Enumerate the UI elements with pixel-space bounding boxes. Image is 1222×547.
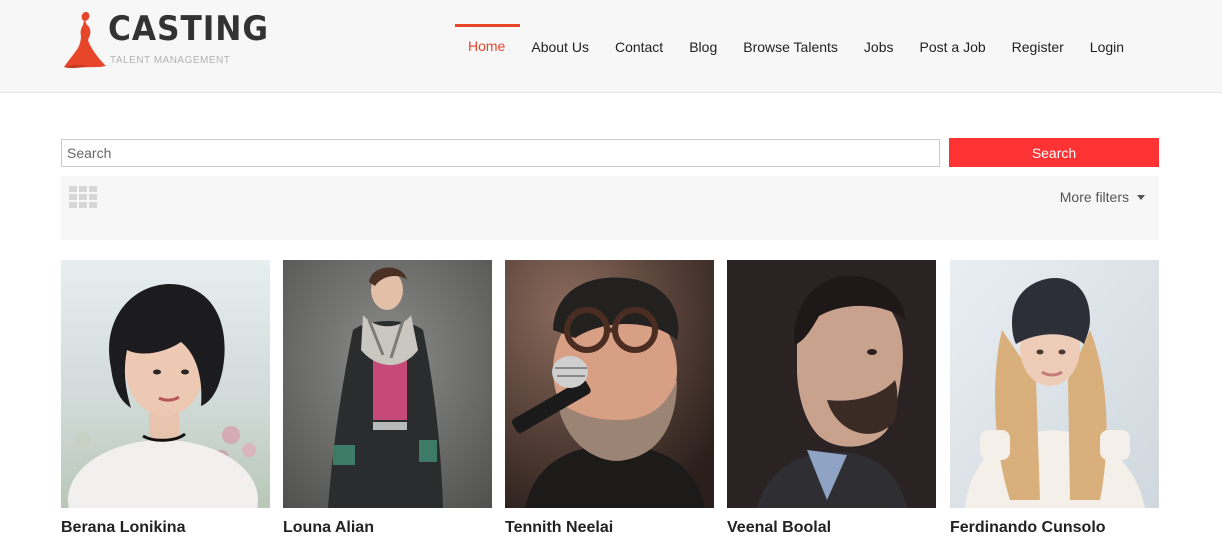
- nav-about-us[interactable]: About Us: [518, 0, 602, 93]
- nav-home[interactable]: Home: [455, 0, 521, 93]
- nav-home-label: Home: [468, 37, 506, 54]
- talent-card[interactable]: Berana Lonikina: [61, 260, 270, 537]
- nav-post-a-job-label: Post a Job: [919, 38, 986, 55]
- talent-photo[interactable]: [950, 260, 1159, 508]
- search-bar: Search: [61, 138, 1159, 167]
- nav-register[interactable]: Register: [999, 0, 1077, 93]
- talent-photo[interactable]: [61, 260, 270, 508]
- nav-browse-talents[interactable]: Browse Talents: [730, 0, 851, 93]
- talent-name[interactable]: Ferdinando Cunsolo: [950, 519, 1159, 537]
- talent-card[interactable]: Louna Alian: [283, 260, 492, 537]
- talent-card[interactable]: Tennith Neelai: [505, 260, 714, 537]
- caret-down-icon: [1137, 194, 1145, 200]
- nav-login-label: Login: [1089, 38, 1125, 55]
- talent-name[interactable]: Louna Alian: [283, 519, 492, 537]
- logo-tagline: TALENT MANAGEMENT: [110, 55, 231, 66]
- talent-name[interactable]: Berana Lonikina: [61, 519, 270, 537]
- nav-browse-talents-label: Browse Talents: [743, 38, 838, 55]
- talent-photo[interactable]: [727, 260, 936, 508]
- talent-name[interactable]: Veenal Boolal: [727, 519, 936, 537]
- site-header: CASTING TALENT MANAGEMENT Home About Us …: [0, 0, 1222, 93]
- logo-wordmark: CASTING: [108, 9, 269, 49]
- nav-blog[interactable]: Blog: [676, 0, 730, 93]
- filter-bar: More filters: [61, 176, 1159, 240]
- nav-login[interactable]: Login: [1077, 0, 1137, 93]
- search-button[interactable]: Search: [949, 138, 1159, 167]
- main-nav: Home About Us Contact Blog Browse Talent…: [455, 0, 1137, 93]
- grid-view-icon[interactable]: [69, 186, 97, 208]
- talent-name[interactable]: Tennith Neelai: [505, 519, 714, 537]
- search-input[interactable]: [61, 139, 940, 167]
- nav-jobs[interactable]: Jobs: [851, 0, 907, 93]
- nav-register-label: Register: [1011, 38, 1064, 55]
- talent-photo[interactable]: [505, 260, 714, 508]
- talent-card[interactable]: Ferdinando Cunsolo: [950, 260, 1159, 537]
- nav-blog-label: Blog: [689, 38, 718, 55]
- nav-about-us-label: About Us: [531, 38, 589, 55]
- nav-jobs-label: Jobs: [863, 38, 894, 55]
- nav-post-a-job[interactable]: Post a Job: [907, 0, 999, 93]
- site-logo[interactable]: CASTING TALENT MANAGEMENT: [60, 10, 268, 70]
- more-filters-toggle[interactable]: More filters: [1060, 189, 1145, 205]
- nav-contact[interactable]: Contact: [602, 0, 676, 93]
- talent-photo[interactable]: [283, 260, 492, 508]
- dress-silhouette-icon: [64, 12, 106, 69]
- nav-contact-label: Contact: [614, 38, 664, 55]
- talent-card[interactable]: Veenal Boolal: [727, 260, 936, 537]
- talent-grid: Berana Lonikina Louna Alian Tennith Neel…: [61, 260, 1159, 547]
- more-filters-label: More filters: [1059, 189, 1129, 205]
